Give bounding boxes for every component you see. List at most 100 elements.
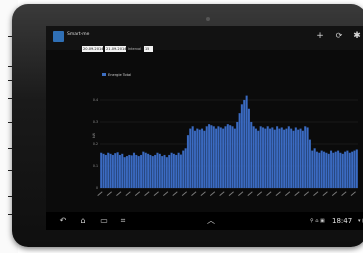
bar: [109, 153, 112, 189]
bar: [254, 128, 258, 189]
bar: [297, 129, 300, 189]
bar: [299, 128, 302, 189]
x-tick-label: [313, 191, 319, 196]
x-tick-label: [163, 191, 169, 196]
bar: [132, 152, 136, 189]
bar: [114, 153, 117, 189]
bar: [128, 154, 131, 189]
x-tick-label: [153, 191, 159, 196]
bar: [184, 148, 187, 189]
x-tick-label: [266, 191, 272, 196]
x-tick-label: [350, 191, 356, 196]
bar: [334, 151, 337, 189]
bar: [320, 150, 323, 189]
bar: [353, 150, 356, 189]
x-tick-label: [97, 191, 103, 196]
bar: [208, 124, 211, 189]
bar: [111, 154, 114, 189]
bar: [163, 154, 166, 189]
bar: [186, 135, 190, 189]
y-tick-label: 0: [96, 186, 98, 190]
bar: [252, 126, 255, 189]
x-tick-label: [209, 191, 216, 196]
bar: [329, 150, 333, 189]
x-tick-label: [247, 191, 253, 196]
x-axis-ticks: [97, 191, 356, 196]
bar: [344, 151, 347, 189]
bar: [341, 153, 344, 189]
bar: [238, 113, 241, 189]
bar: [292, 130, 295, 189]
bar: [278, 128, 281, 189]
bar: [318, 152, 321, 189]
x-tick-label: [284, 191, 291, 196]
bar: [346, 150, 349, 189]
bar: [290, 128, 293, 189]
y-tick-label: 0.4: [93, 98, 98, 102]
x-tick-label: [116, 191, 122, 196]
bar: [193, 130, 197, 189]
bar: [226, 124, 229, 189]
bar: [125, 156, 129, 189]
bar: [322, 151, 326, 189]
bar: [250, 121, 253, 189]
bar: [276, 126, 279, 189]
bar: [287, 126, 290, 189]
recent-apps-icon[interactable]: ▭: [97, 215, 111, 227]
bar: [351, 151, 354, 189]
bar: [172, 153, 175, 189]
bar: [189, 128, 192, 189]
bar: [304, 126, 307, 189]
x-tick-label: [200, 191, 206, 196]
bar: [118, 154, 121, 189]
bar: [266, 126, 269, 189]
status-clock: 18:47: [332, 217, 353, 225]
x-tick-label: [238, 191, 244, 196]
bar: [355, 149, 358, 189]
x-tick-label: [303, 191, 309, 196]
bar: [264, 128, 267, 189]
bar: [301, 130, 304, 189]
bar: [240, 104, 243, 189]
system-navigation-bar: ↶ ⌂ ▭ ⌗ ︿ ⚲ ⌂ ▣ 18:47 ▾ ▮: [46, 212, 363, 230]
bar: [149, 154, 152, 189]
bar: [142, 151, 145, 189]
x-tick-label: [228, 191, 234, 196]
bar: [273, 129, 276, 189]
x-tick-label: [331, 191, 338, 196]
bar: [283, 129, 286, 189]
notification-icons: ⚲ ⌂ ▣: [310, 218, 325, 224]
bar: [100, 152, 103, 189]
x-tick-label: [172, 191, 178, 196]
x-tick-label: [191, 191, 197, 196]
x-tick-label: [341, 191, 347, 196]
bar: [311, 150, 314, 189]
bar: [257, 130, 260, 189]
bar: [139, 154, 143, 189]
bar: [107, 152, 110, 189]
x-tick-label: [322, 191, 328, 196]
bar: [268, 128, 272, 189]
legend-label: Energie Total: [108, 73, 131, 77]
y-axis-ticks: 0 0.1 0.2 0.3 0.4: [93, 98, 98, 190]
camera-lens-icon: [206, 17, 210, 21]
bar: [294, 127, 297, 189]
bar: [147, 153, 150, 189]
back-icon[interactable]: ↶: [56, 215, 70, 227]
bar: [212, 126, 215, 189]
x-tick-label: [256, 191, 263, 196]
bar: [215, 128, 218, 189]
chevron-up-icon[interactable]: ︿: [204, 215, 218, 227]
bar: [151, 156, 154, 189]
x-tick-label: [181, 191, 188, 196]
bar: [182, 150, 185, 189]
bar: [135, 154, 138, 189]
bar: [154, 154, 157, 189]
home-icon[interactable]: ⌂: [76, 215, 90, 227]
bar: [121, 153, 124, 189]
x-tick-label: [125, 191, 131, 196]
screenshot-icon[interactable]: ⌗: [116, 215, 130, 227]
bar-series: [100, 95, 358, 189]
bar: [308, 139, 311, 189]
bar: [156, 152, 159, 189]
